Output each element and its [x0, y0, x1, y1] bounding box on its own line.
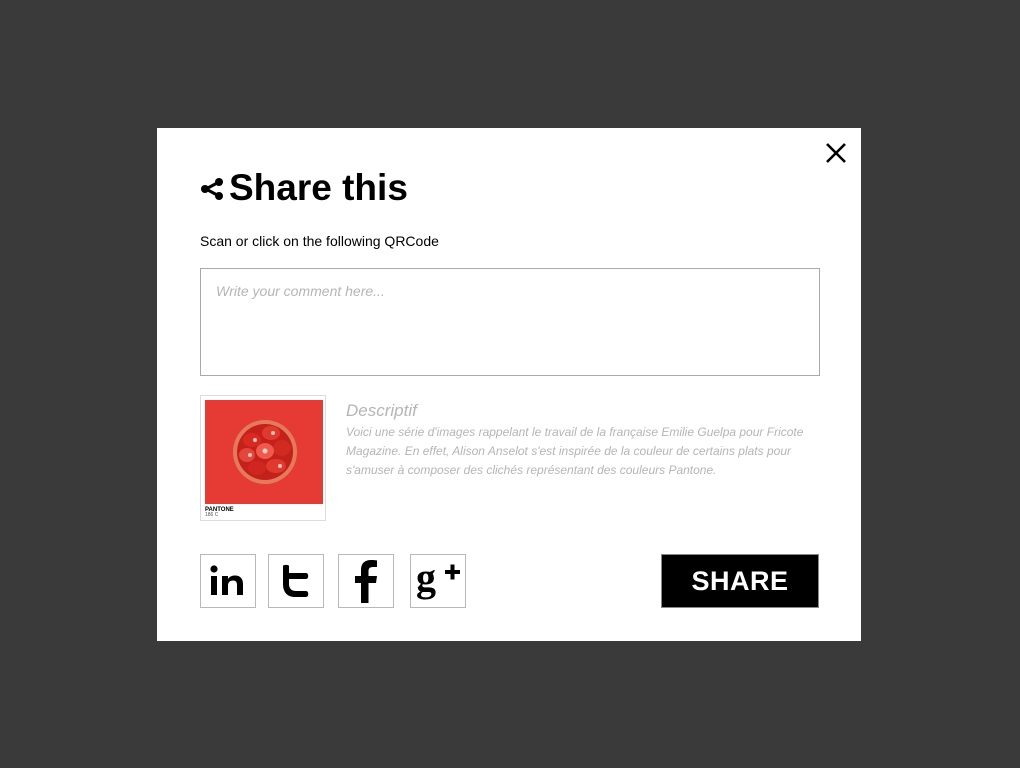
share-icon — [201, 178, 223, 200]
svg-text:g: g — [416, 559, 436, 600]
comment-input[interactable] — [200, 268, 820, 376]
dialog-title: Share this — [229, 167, 408, 208]
facebook-button[interactable] — [338, 554, 394, 608]
google-plus-button[interactable]: g — [410, 554, 466, 608]
description-text: Voici une série d'images rappelant le tr… — [346, 425, 804, 477]
twitter-button[interactable] — [268, 554, 324, 608]
facebook-icon — [355, 560, 377, 603]
close-button[interactable] — [823, 140, 849, 166]
description-title: Descriptif — [346, 401, 417, 420]
linkedin-button[interactable] — [200, 554, 256, 608]
pantone-code: 186 C — [205, 512, 219, 518]
dialog-header: Share this — [200, 166, 408, 210]
share-button[interactable]: SHARE — [661, 554, 819, 608]
google-plus-icon: g — [416, 559, 460, 600]
preview-thumbnail: PANTONE 186 C — [200, 395, 326, 521]
share-dialog: Share this Scan or click on the followin… — [157, 128, 861, 641]
preview-image — [205, 400, 323, 504]
twitter-icon — [283, 564, 309, 597]
close-icon[interactable] — [823, 140, 849, 166]
linkedin-icon — [210, 565, 243, 595]
dialog-subtitle: Scan or click on the following QRCode — [200, 233, 439, 249]
